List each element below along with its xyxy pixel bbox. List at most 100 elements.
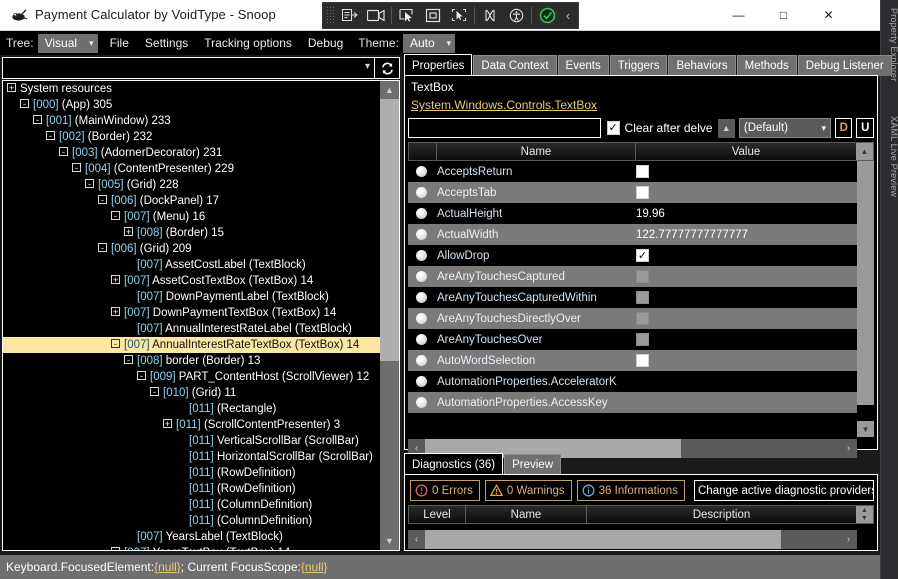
property-search-input[interactable] — [408, 118, 601, 138]
tree-scroll-track[interactable] — [380, 99, 399, 532]
tree-node[interactable]: - [007] (Menu) 16 — [3, 209, 381, 225]
tree-node[interactable]: - [004] (ContentPresenter) 229 — [3, 161, 381, 177]
minimize-button[interactable]: — — [716, 0, 761, 30]
property-value[interactable]: ✓ — [633, 249, 857, 262]
scroll-down-icon[interactable]: ▼ — [380, 532, 399, 550]
property-value-checkbox[interactable] — [636, 165, 649, 178]
change-diagnostic-providers-button[interactable]: Change active diagnostic providers — [694, 480, 874, 501]
collapse-icon[interactable]: - — [98, 195, 107, 205]
property-pin-icon[interactable] — [408, 397, 435, 408]
tree-node[interactable]: + [008] (Border) 15 — [3, 225, 381, 241]
close-button[interactable]: ✕ — [806, 0, 851, 30]
property-row[interactable]: AutoWordSelection — [408, 350, 857, 371]
tree-node[interactable]: + [011] (ScrollContentPresenter) 3 — [3, 417, 381, 433]
property-row[interactable]: AreAnyTouchesOver — [408, 329, 857, 350]
informations-filter-button[interactable]: 36 Informations — [576, 480, 685, 501]
diagnostics-scroll-arrows[interactable]: ▲ ▼ — [856, 506, 873, 523]
tree-node[interactable]: [007] AnnualInterestRateLabel (TextBlock… — [3, 321, 381, 337]
tree-filter-combo[interactable]: ▾ — [2, 57, 375, 79]
accessibility-icon[interactable] — [503, 4, 529, 27]
tab-events[interactable]: Events — [557, 55, 609, 76]
tree-node[interactable]: + [007] AssetCostTextBox (TextBox) 14 — [3, 273, 381, 289]
tree-node[interactable]: [011] (ColumnDefinition) — [3, 513, 381, 529]
property-pin-icon[interactable] — [408, 229, 435, 240]
diagnostics-horizontal-scrollbar[interactable]: ‹ › — [408, 530, 857, 549]
collapse-icon[interactable]: - — [124, 355, 133, 365]
expand-icon[interactable]: + — [111, 547, 120, 550]
property-value[interactable]: 19.96 — [633, 208, 857, 220]
up-level-button[interactable]: U — [856, 118, 874, 138]
tree-node[interactable]: [011] HorizontalScrollBar (ScrollBar) — [3, 449, 381, 465]
property-value[interactable] — [633, 165, 857, 178]
cursor-region-icon[interactable] — [446, 4, 472, 27]
expand-icon[interactable]: + — [111, 275, 120, 285]
menu-item-tracking-options[interactable]: Tracking options — [196, 34, 300, 52]
property-row[interactable]: AutomationProperties.AcceleratorK — [408, 371, 857, 392]
collapse-icon[interactable]: - — [33, 115, 42, 125]
scroll-up-icon[interactable]: ▲ — [856, 143, 873, 160]
expand-icon[interactable]: + — [111, 307, 120, 317]
expand-icon[interactable]: + — [7, 83, 16, 93]
refresh-button[interactable] — [375, 57, 400, 79]
clear-after-delve-checkbox[interactable]: ✓ — [606, 121, 620, 135]
property-row[interactable]: ActualWidth 122.77777777777777 — [408, 224, 857, 245]
property-row[interactable]: AreAnyTouchesCaptured — [408, 266, 857, 287]
status-focus-scope-value[interactable]: {null} — [301, 560, 328, 574]
property-pin-icon[interactable] — [408, 376, 435, 387]
property-pin-icon[interactable] — [408, 250, 435, 261]
tree-vertical-scrollbar[interactable]: ▲ ▼ — [380, 81, 399, 550]
tree-node[interactable]: - [000] (App) 305 — [3, 97, 381, 113]
status-focused-element-value[interactable]: {null} — [154, 560, 181, 574]
up-arrow-button[interactable]: ▲ — [717, 118, 735, 138]
tab-preview[interactable]: Preview — [504, 454, 561, 475]
property-pin-icon[interactable] — [408, 187, 435, 198]
tree-node[interactable]: [011] (Rectangle) — [3, 401, 381, 417]
property-filter-select[interactable]: (Default) ▾ — [738, 118, 831, 138]
scroll-down-icon[interactable]: ▼ — [857, 421, 874, 437]
property-value[interactable] — [633, 291, 857, 304]
collapse-icon[interactable]: - — [150, 387, 159, 397]
cursor-window-icon[interactable] — [394, 4, 420, 27]
tree-node[interactable]: [007] DownPaymentLabel (TextBlock) — [3, 289, 381, 305]
property-value[interactable] — [633, 270, 857, 283]
tab-methods[interactable]: Methods — [736, 55, 797, 76]
collapse-icon[interactable]: - — [111, 339, 120, 349]
maximize-button[interactable]: □ — [761, 0, 806, 30]
scroll-right-icon[interactable]: › — [840, 530, 857, 549]
property-row[interactable]: AcceptsTab — [408, 182, 857, 203]
magnifier-icon[interactable] — [477, 4, 503, 27]
grid-header-name[interactable]: Name — [437, 143, 636, 160]
tree-node[interactable]: + [007] YearsTextBox (TextBox) 14 — [3, 545, 381, 550]
collapse-icon[interactable]: - — [59, 147, 68, 157]
tree-node[interactable]: [011] VerticalScrollBar (ScrollBar) — [3, 433, 381, 449]
tree-node[interactable]: - [002] (Border) 232 — [3, 129, 381, 145]
diagnostics-hscroll-thumb[interactable] — [425, 530, 781, 549]
tree-node[interactable]: [011] (ColumnDefinition) — [3, 497, 381, 513]
diag-header-name[interactable]: Name — [466, 506, 587, 523]
tree-node[interactable]: - [010] (Grid) 11 — [3, 385, 381, 401]
property-value[interactable] — [633, 354, 857, 367]
collapse-icon[interactable]: - — [72, 163, 81, 173]
tree-node[interactable]: + System resources — [3, 81, 381, 97]
theme-select[interactable]: Auto ▾ — [402, 33, 456, 53]
visual-tree[interactable]: + System resources - [000] (App) 305 - [001… — [2, 80, 400, 551]
menu-item-file[interactable]: File — [102, 34, 137, 52]
scroll-up-icon[interactable]: ▲ — [861, 507, 868, 514]
tree-scroll-thumb[interactable] — [380, 99, 399, 361]
collapse-icon[interactable]: - — [85, 179, 94, 189]
property-pin-icon[interactable] — [408, 208, 435, 219]
property-pin-icon[interactable] — [408, 292, 435, 303]
tree-node[interactable]: - [006] (Grid) 209 — [3, 241, 381, 257]
select-element-icon[interactable] — [420, 4, 446, 27]
grid-header-value[interactable]: Value — [636, 143, 856, 160]
delve-button[interactable]: D — [834, 118, 853, 138]
diag-header-description[interactable]: Description — [587, 506, 856, 523]
property-row[interactable]: ActualHeight 19.96 — [408, 203, 857, 224]
tab-diagnostics-36-[interactable]: Diagnostics (36) — [404, 453, 504, 475]
tree-node[interactable]: - [001] (MainWindow) 233 — [3, 113, 381, 129]
toolbar-overflow-icon[interactable]: ‹ — [560, 8, 576, 23]
errors-filter-button[interactable]: 0 Errors — [410, 480, 480, 501]
tree-node[interactable]: [007] YearsLabel (TextBlock) — [3, 529, 381, 545]
property-pin-icon[interactable] — [408, 355, 435, 366]
tab-behaviors[interactable]: Behaviors — [668, 55, 736, 76]
